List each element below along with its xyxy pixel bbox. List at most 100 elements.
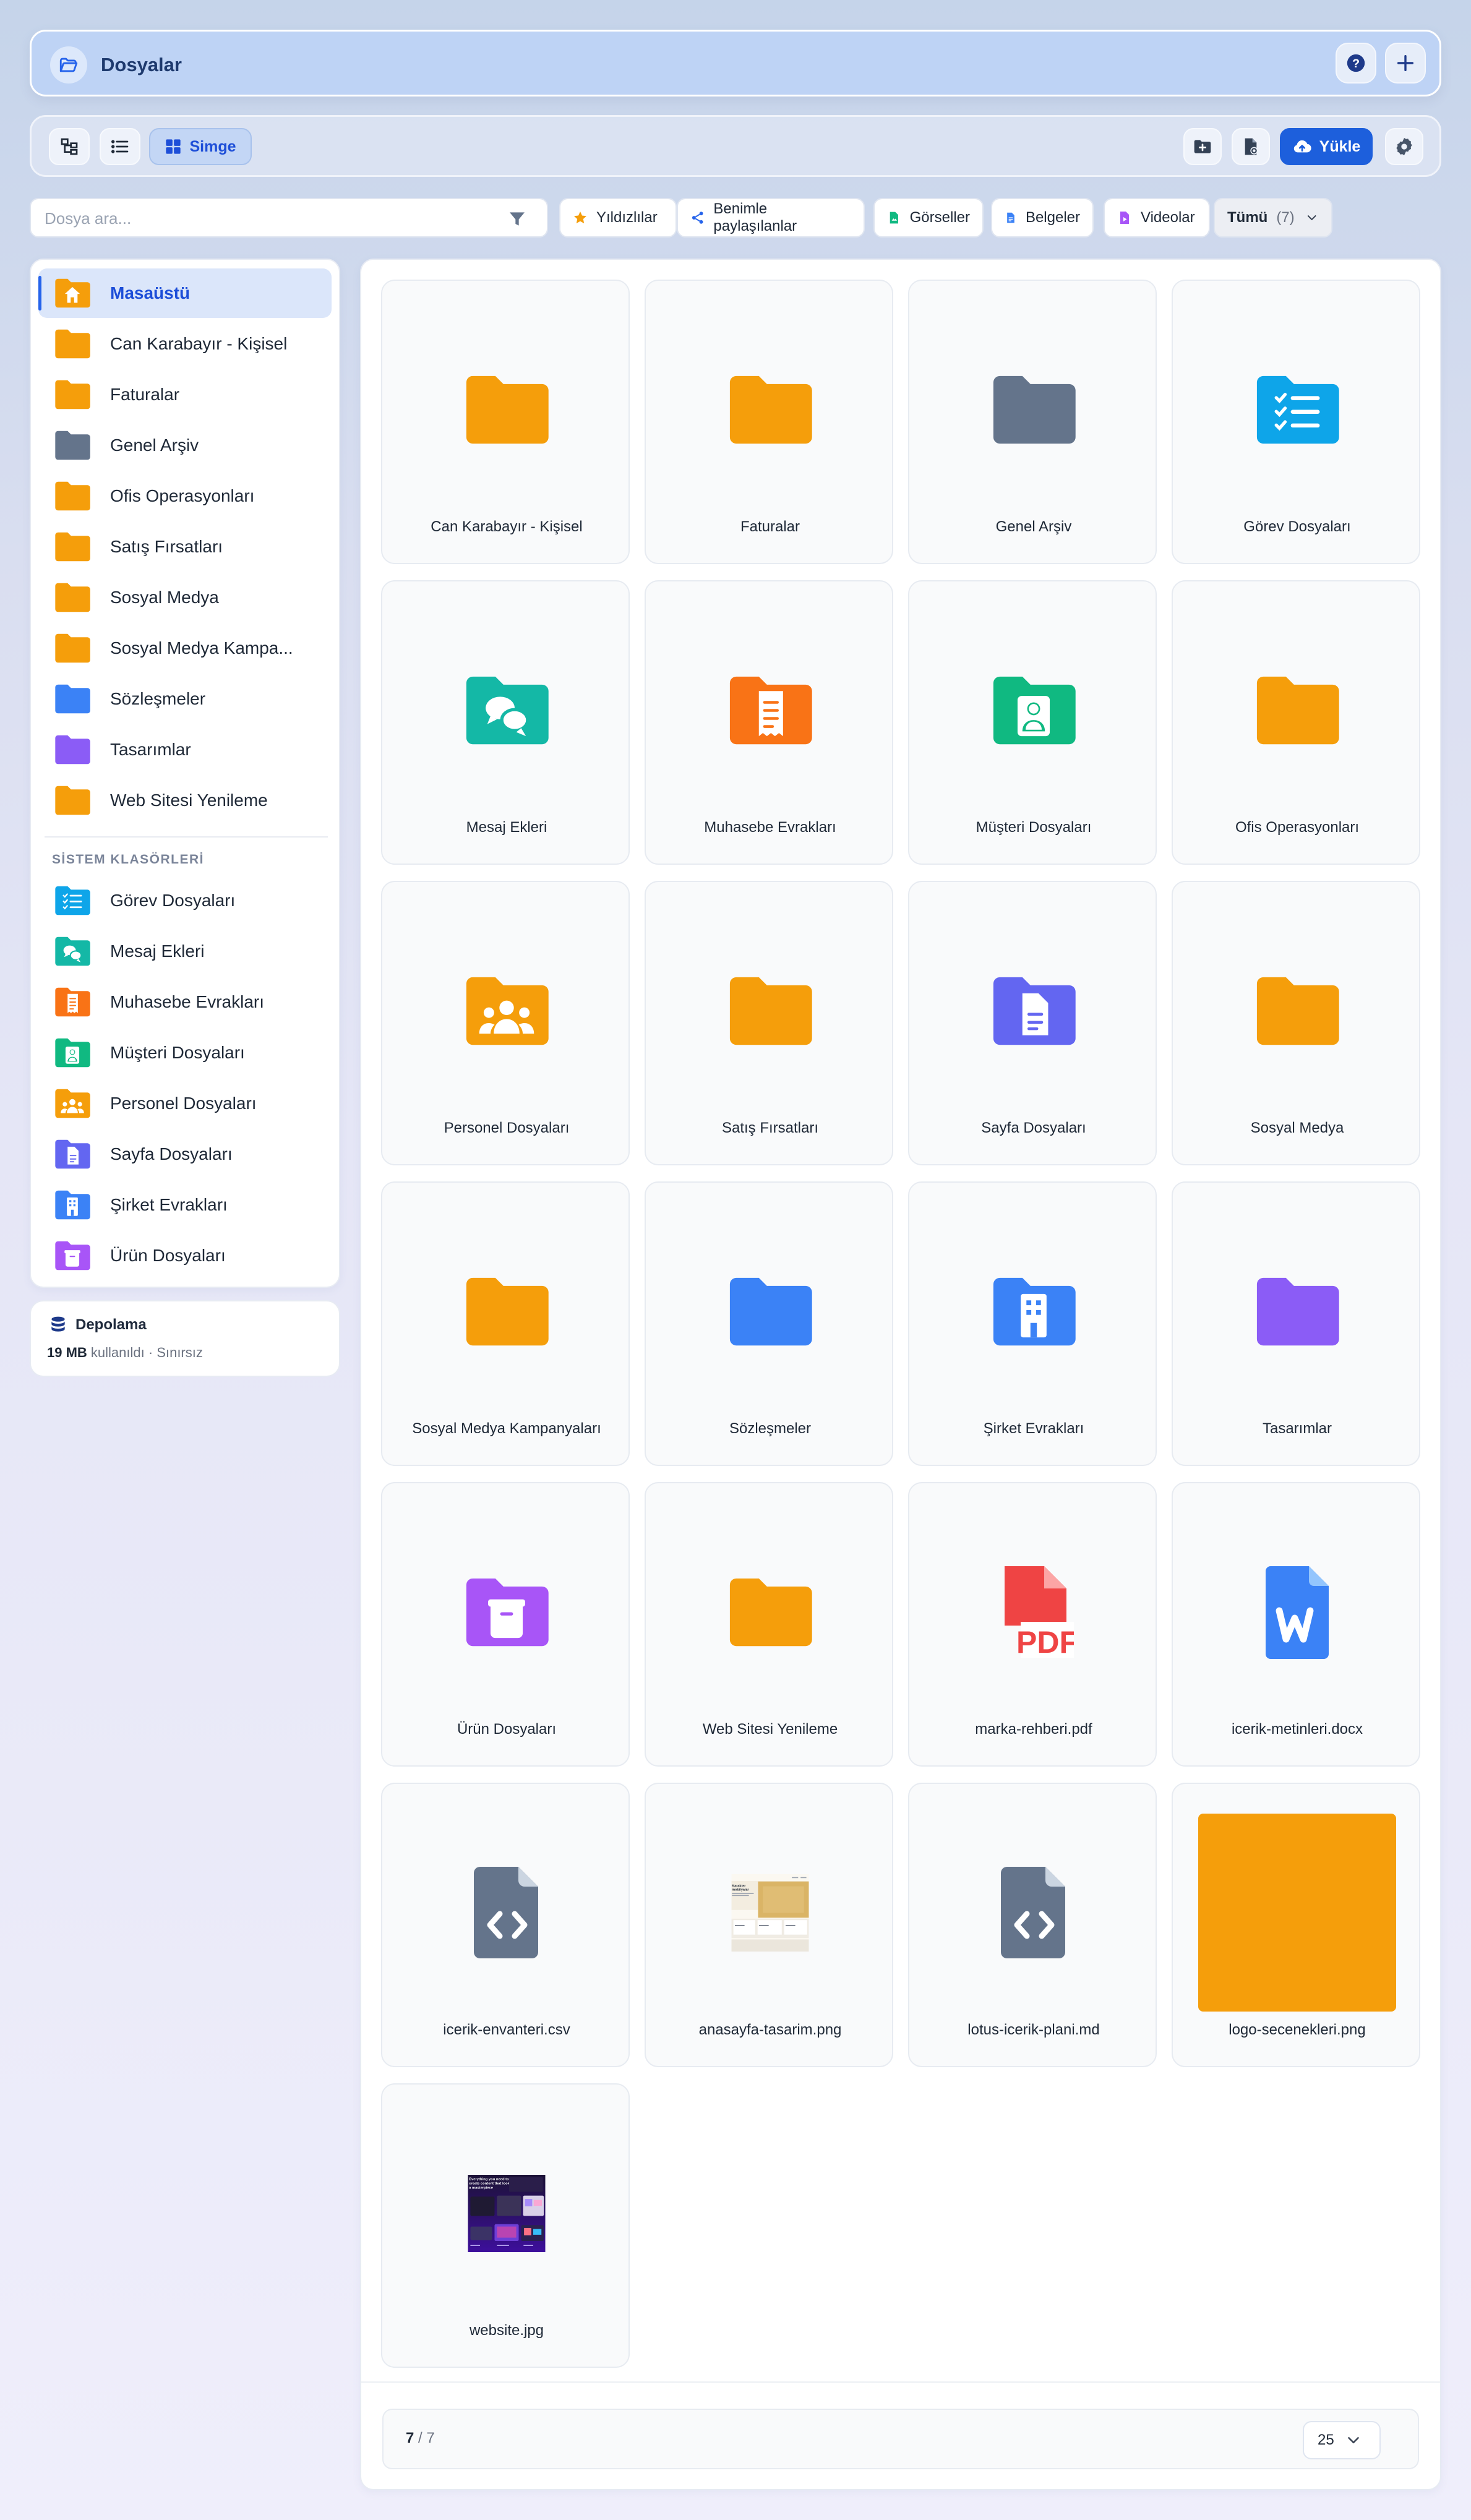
sidebar-item[interactable]: Sosyal Medya Kampa... [38, 624, 332, 673]
card-thumbnail [1198, 1212, 1396, 1410]
sidebar-item[interactable]: Can Karabayır - Kişisel [38, 319, 332, 369]
icon-view-label: Simge [189, 137, 236, 155]
file-card[interactable]: Karakter mobilyalar anasayfa-tasarim.png [645, 1783, 893, 2067]
folder-icon [53, 429, 92, 462]
per-page-value: 25 [1318, 2432, 1334, 2448]
sidebar-item[interactable]: Masaüstü [38, 268, 332, 318]
chevron-down-icon [1344, 2431, 1363, 2449]
folder-card[interactable]: Web Sitesi Yenileme [645, 1482, 893, 1767]
folder-icon [1251, 1273, 1344, 1350]
star-icon [573, 210, 588, 225]
filter-chip[interactable]: Videolar [1104, 198, 1210, 238]
type-select[interactable]: Tümü (7) [1214, 198, 1332, 238]
sidebar-item[interactable]: Görev Dosyaları [38, 876, 332, 925]
file-card[interactable]: PDF marka-rehberi.pdf [908, 1482, 1157, 1767]
list-icon [110, 137, 130, 156]
folder-card[interactable]: Müşteri Dosyaları [908, 580, 1157, 865]
file-card[interactable]: lotus-icerik-plani.md [908, 1783, 1157, 2067]
sidebar-item-label: Web Sitesi Yenileme [110, 791, 268, 810]
folder-card[interactable]: Can Karabayır - Kişisel [381, 280, 630, 564]
sidebar-item[interactable]: Ofis Operasyonları [38, 471, 332, 521]
sidebar-item-label: Ürün Dosyaları [110, 1246, 226, 1265]
sidebar-item[interactable]: Sözleşmeler [38, 674, 332, 724]
upload-button[interactable]: Yükle [1280, 128, 1373, 165]
folder-icon [724, 371, 817, 448]
sidebar-item-label: Masaüstü [110, 283, 191, 302]
customer-folder-icon [987, 672, 1080, 749]
filter-icon[interactable] [507, 209, 527, 229]
people-folder-icon [53, 1087, 92, 1120]
sidebar-item[interactable]: Genel Arşiv [38, 421, 332, 470]
list-view-button[interactable] [100, 128, 140, 165]
sidebar-item[interactable]: Faturalar [38, 370, 332, 419]
home-folder-icon [53, 276, 92, 310]
folder-card[interactable]: Genel Arşiv [908, 280, 1157, 564]
folder-card[interactable]: Sosyal Medya [1172, 881, 1420, 1165]
card-name: Tasarımlar [1262, 1420, 1332, 1437]
sidebar-item[interactable]: Sayfa Dosyaları [38, 1129, 332, 1179]
per-page-select[interactable]: 25 [1303, 2421, 1381, 2459]
folder-card[interactable]: Tasarımlar [1172, 1181, 1420, 1466]
folder-card[interactable]: Muhasebe Evrakları [645, 580, 893, 865]
file-card[interactable]: icerik-envanteri.csv [381, 1783, 630, 2067]
filter-chip[interactable]: Benimle paylaşılanlar [677, 198, 865, 238]
sidebar-item-label: Sayfa Dosyaları [110, 1144, 233, 1164]
folder-card[interactable]: Mesaj Ekleri [381, 580, 630, 865]
new-folder-button[interactable] [1183, 128, 1222, 165]
filter-chip[interactable]: Belgeler [991, 198, 1094, 238]
sidebar-item[interactable]: Ürün Dosyaları [38, 1231, 332, 1280]
database-icon [48, 1315, 68, 1335]
storage-title: Depolama [75, 1316, 147, 1333]
card-name: Sosyal Medya [1250, 1120, 1344, 1136]
sidebar-item[interactable]: Muhasebe Evrakları [38, 977, 332, 1027]
image-preview: Karakter mobilyalar [724, 1874, 817, 1952]
type-select-count: (7) [1276, 209, 1295, 226]
folder-card[interactable]: Ofis Operasyonları [1172, 580, 1420, 865]
settings-button[interactable] [1385, 128, 1423, 165]
sidebar-item[interactable]: Sosyal Medya [38, 573, 332, 622]
add-button[interactable] [1385, 43, 1426, 84]
page-indicator: 7 / 7 [406, 2430, 435, 2447]
tree-view-button[interactable] [49, 128, 90, 165]
sidebar-item-label: Personel Dosyaları [110, 1094, 257, 1113]
help-button[interactable]: ? [1336, 43, 1376, 84]
page-folder-icon [987, 972, 1080, 1050]
folder-card[interactable]: Satış Fırsatları [645, 881, 893, 1165]
sidebar-item[interactable]: Mesaj Ekleri [38, 927, 332, 976]
sidebar-item-label: Görev Dosyaları [110, 891, 236, 910]
file-card[interactable]: Everything you need to create content tha… [381, 2083, 630, 2368]
sidebar-item[interactable]: Tasarımlar [38, 725, 332, 774]
folder-card[interactable]: Görev Dosyaları [1172, 280, 1420, 564]
card-thumbnail [935, 311, 1133, 508]
new-file-button[interactable] [1232, 128, 1270, 165]
sidebar-item[interactable]: Şirket Evrakları [38, 1180, 332, 1230]
receipt-folder-icon [724, 672, 817, 749]
file-card[interactable]: icerik-metinleri.docx [1172, 1482, 1420, 1767]
card-thumbnail [1198, 1513, 1396, 1711]
folder-card[interactable]: Personel Dosyaları [381, 881, 630, 1165]
filter-chip[interactable]: Görseller [873, 198, 984, 238]
folder-card[interactable]: Sözleşmeler [645, 1181, 893, 1466]
sidebar-item[interactable]: Personel Dosyaları [38, 1079, 332, 1128]
card-thumbnail [1198, 611, 1396, 809]
folder-icon [460, 1273, 553, 1350]
sidebar-item[interactable]: Müşteri Dosyaları [38, 1028, 332, 1078]
filter-chip-label: Görseller [909, 209, 970, 226]
sidebar-item[interactable]: Satış Fırsatları [38, 522, 332, 572]
storage-detail: kullanıldı · Sınırsız [90, 1345, 203, 1360]
folder-card[interactable]: Sayfa Dosyaları [908, 881, 1157, 1165]
filter-chip[interactable]: Yıldızlılar [559, 198, 677, 238]
icon-view-button[interactable]: Simge [149, 128, 252, 165]
sidebar-item-label: Genel Arşiv [110, 435, 199, 455]
share-icon [690, 210, 705, 225]
grid-divider [361, 2381, 1440, 2383]
folder-card[interactable]: Ürün Dosyaları [381, 1482, 630, 1767]
search-input[interactable] [45, 205, 490, 231]
folder-card[interactable]: Sosyal Medya Kampanyaları [381, 1181, 630, 1466]
sidebar-item[interactable]: Web Sitesi Yenileme [38, 776, 332, 825]
folder-card[interactable]: Faturalar [645, 280, 893, 564]
file-card[interactable]: logo-secenekleri.png [1172, 1783, 1420, 2067]
folder-card[interactable]: Şirket Evrakları [908, 1181, 1157, 1466]
filter-chip-label: Benimle paylaşılanlar [713, 200, 797, 234]
card-thumbnail [408, 1212, 606, 1410]
